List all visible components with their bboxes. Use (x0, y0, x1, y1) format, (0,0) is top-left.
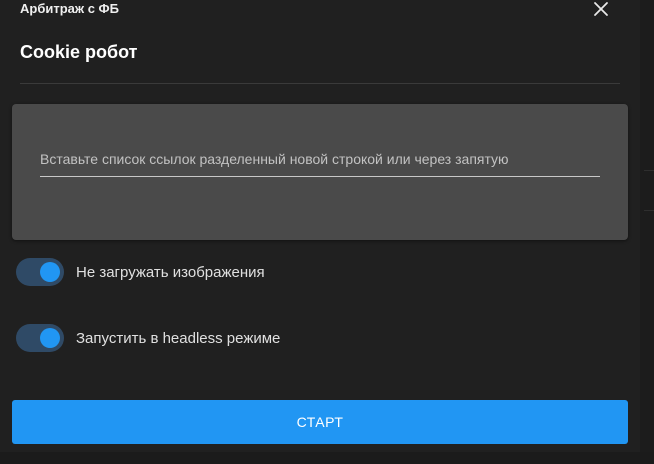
panel-edge-line (644, 210, 654, 211)
title-divider (20, 83, 620, 84)
disable-images-label: Не загружать изображения (76, 263, 265, 281)
close-icon (594, 2, 608, 16)
switch-thumb (40, 262, 60, 282)
app-title: Арбитраж с ФБ (20, 1, 119, 16)
cookie-robot-dialog: Арбитраж с ФБ Cookie робот Вставьте спис… (0, 0, 654, 464)
links-textarea[interactable]: Вставьте список ссылок разделенный новой… (40, 146, 600, 177)
background-panel-edge (640, 0, 654, 464)
close-button[interactable] (588, 0, 614, 21)
background-panel-edge (0, 452, 654, 464)
headless-mode-label: Запустить в headless режиме (76, 329, 281, 347)
switch-thumb (40, 328, 60, 348)
toggle-headless-mode[interactable]: Запустить в headless режиме (16, 324, 280, 352)
panel-edge-line (644, 170, 654, 171)
start-button[interactable]: СТАРТ (12, 400, 628, 444)
links-textarea-panel[interactable]: Вставьте список ссылок разделенный новой… (12, 104, 628, 240)
disable-images-switch[interactable] (16, 258, 64, 286)
links-textarea-placeholder: Вставьте список ссылок разделенный новой… (40, 151, 509, 167)
toggle-disable-images[interactable]: Не загружать изображения (16, 258, 265, 286)
dialog-title: Cookie робот (20, 42, 138, 62)
headless-mode-switch[interactable] (16, 324, 64, 352)
